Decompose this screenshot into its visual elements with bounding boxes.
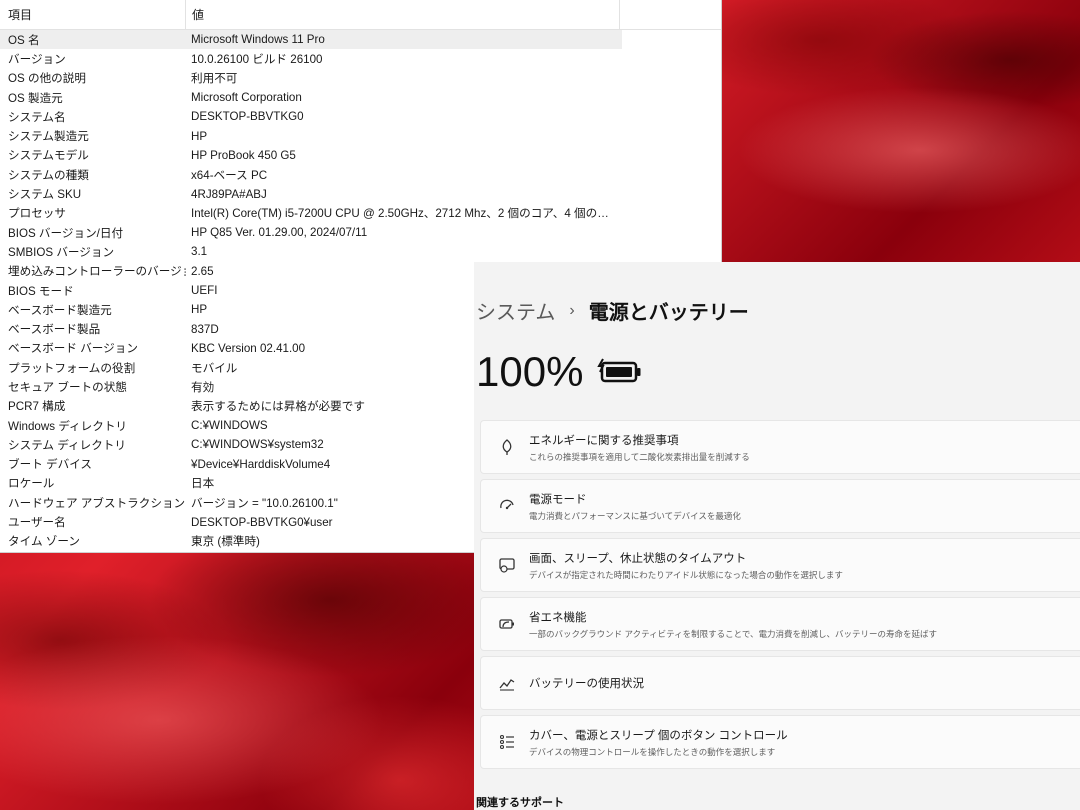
row-item-label: プラットフォームの役割	[8, 361, 136, 375]
row-item-label: Windows ディレクトリ	[8, 419, 128, 433]
row-value: Microsoft Corporation	[191, 91, 302, 105]
card-description: デバイスの物理コントロールを操作したときの動作を選択します	[529, 746, 776, 757]
card-description: 一部のバックグラウンド アクティビティを制限することで、電力消費を削減し、バッテ…	[529, 628, 937, 639]
breadcrumb-separator: ›	[569, 301, 575, 319]
battery-charging-icon	[597, 358, 641, 383]
breadcrumb-system[interactable]: システム	[476, 296, 555, 325]
row-item-label: システム ディレクトリ	[8, 438, 126, 452]
row-item-label: システム SKU	[8, 188, 82, 202]
row-value: 3.1	[191, 245, 208, 259]
column-header-value[interactable]: 値	[186, 0, 620, 29]
row-item-label: ユーザー名	[8, 516, 66, 530]
card-description: これらの推奨事項を適用して二酸化炭素排出量を削減する	[529, 451, 750, 462]
row-item-label: プロセッサ	[8, 207, 66, 221]
row-value: HP	[191, 129, 208, 143]
row-item-label: PCR7 構成	[8, 400, 66, 414]
card-title: バッテリーの使用状況	[529, 678, 644, 690]
settings-card-list: エネルギーに関する推奨事項 これらの推奨事項を適用して二酸化炭素排出量を削減する…	[480, 420, 1080, 774]
row-item-label: タイム ゾーン	[8, 535, 80, 549]
card-description: デバイスが指定された時間にわたりアイドル状態になった場合の動作を選択します	[529, 569, 843, 580]
table-row[interactable]: OS 製造元 Microsoft Corporation	[0, 88, 721, 107]
card-battery-usage[interactable]: バッテリーの使用状況	[480, 656, 1080, 710]
card-title: 省エネ機能	[529, 611, 587, 624]
row-item-label: システム製造元	[8, 130, 89, 144]
row-item-label: ベースボード製造元	[8, 303, 112, 317]
card-lid-power-button-controls[interactable]: カバー、電源とスリープ 個のボタン コントロール デバイスの物理コントロールを操…	[480, 715, 1080, 769]
row-item-label: セキュア ブートの状態	[8, 380, 127, 394]
battery-percentage: 100%	[476, 348, 584, 395]
card-title: 電源モード	[529, 493, 587, 506]
row-value: DESKTOP-BBVTKG0	[191, 110, 304, 124]
table-row[interactable]: システムモデル HP ProBook 450 G5	[0, 146, 721, 165]
card-energy-recommendations[interactable]: エネルギーに関する推奨事項 これらの推奨事項を適用して二酸化炭素排出量を削減する	[480, 420, 1080, 474]
list-settings-icon	[487, 733, 527, 751]
leaf-icon	[487, 438, 527, 456]
row-item-label: OS 名	[8, 33, 40, 47]
row-item-label: ブート デバイス	[8, 458, 93, 472]
breadcrumb: システム › 電源とバッテリー	[476, 296, 749, 325]
settings-power-battery-page: システム › 電源とバッテリー 100% エネルギーに関する推奨事項 これらの推…	[474, 262, 1080, 810]
sysinfo-table-header: 項目 値	[0, 0, 721, 30]
row-item-label: ハードウェア アブストラクション レイヤー	[8, 496, 186, 510]
row-item-label: BIOS バージョン/日付	[8, 226, 124, 240]
table-row[interactable]: バージョン 10.0.26100 ビルド 26100	[0, 49, 721, 68]
row-item-label: システムの種類	[8, 168, 89, 182]
row-item-label: システム名	[8, 110, 66, 124]
card-description: 電力消費とパフォーマンスに基づいてデバイスを最適化	[529, 510, 741, 521]
card-title: カバー、電源とスリープ 個のボタン コントロール	[529, 729, 788, 742]
screen-sleep-icon	[487, 556, 527, 574]
row-item-label: ベースボード製品	[8, 323, 101, 337]
row-value: 10.0.26100 ビルド 26100	[191, 52, 323, 66]
row-item-label: OS の他の説明	[8, 72, 86, 86]
row-item-label: BIOS モード	[8, 284, 74, 298]
table-row[interactable]: OS 名 Microsoft Windows 11 Pro	[0, 30, 622, 50]
row-item-label: 埋め込みコントローラーのバージョン	[8, 265, 186, 279]
card-title: エネルギーに関する推奨事項	[529, 434, 679, 447]
row-value: 4RJ89PA#ABJ	[191, 187, 267, 201]
table-row[interactable]: プロセッサ Intel(R) Core(TM) i5-7200U CPU @ 2.…	[0, 204, 721, 223]
table-row[interactable]: BIOS バージョン/日付 HP Q85 Ver. 01.29.00, 2024/…	[0, 223, 721, 242]
row-item-label: SMBIOS バージョン	[8, 245, 115, 259]
table-row[interactable]: システムの種類 x64-ベース PC	[0, 165, 721, 184]
battery-usage-icon	[487, 674, 527, 692]
page-title: 電源とバッテリー	[588, 302, 749, 324]
table-row[interactable]: システム製造元 HP	[0, 126, 721, 145]
power-mode-icon	[487, 497, 527, 515]
row-value: Microsoft Windows 11 Pro	[191, 33, 325, 47]
row-value: x64-ベース PC	[191, 168, 268, 182]
row-value: HP Q85 Ver. 01.29.00, 2024/07/11	[191, 226, 368, 240]
table-row[interactable]: OS の他の説明 利用不可	[0, 69, 721, 88]
card-energy-saver[interactable]: 省エネ機能 一部のバックグラウンド アクティビティを制限することで、電力消費を削…	[480, 597, 1080, 651]
row-item-label: ロケール	[8, 477, 55, 491]
column-header-item[interactable]: 項目	[0, 0, 186, 29]
row-item-label: ベースボード バージョン	[8, 342, 138, 356]
table-row[interactable]: システム名 DESKTOP-BBVTKG0	[0, 107, 721, 126]
row-value: Intel(R) Core(TM) i5-7200U CPU @ 2.50GHz…	[191, 207, 616, 221]
table-row[interactable]: SMBIOS バージョン 3.1	[0, 242, 721, 261]
related-support-heading: 関連するサポート	[476, 797, 564, 809]
card-power-mode[interactable]: 電源モード 電力消費とパフォーマンスに基づいてデバイスを最適化	[480, 479, 1080, 533]
row-value: 利用不可	[191, 72, 238, 86]
row-item-label: システムモデル	[8, 149, 89, 163]
row-item-label: バージョン	[8, 52, 66, 66]
card-screen-sleep-timeout[interactable]: 画面、スリープ、休止状態のタイムアウト デバイスが指定された時間にわたりアイドル…	[480, 538, 1080, 592]
row-item-label: OS 製造元	[8, 91, 63, 105]
row-value: HP ProBook 450 G5	[191, 148, 296, 162]
table-row[interactable]: システム SKU 4RJ89PA#ABJ	[0, 184, 721, 203]
energy-saver-icon	[487, 615, 527, 633]
card-title: 画面、スリープ、休止状態のタイムアウト	[529, 552, 747, 565]
